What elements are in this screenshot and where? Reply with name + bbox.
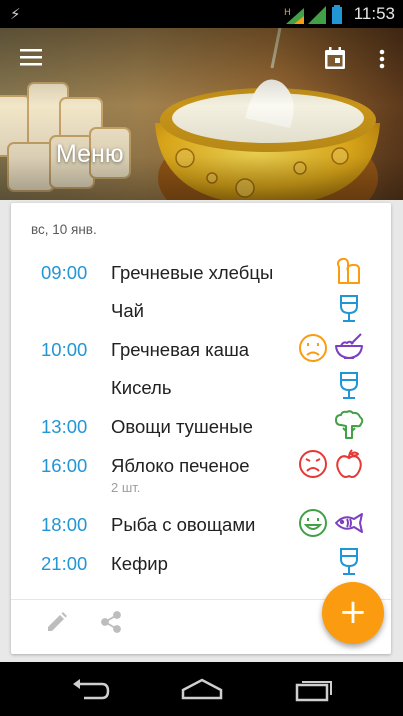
day-date: вс, 10 янв. <box>31 222 97 237</box>
meal-time: 16:00 <box>41 455 88 476</box>
add-meal-button[interactable]: + <box>322 582 384 644</box>
lightning-icon: ⚡ <box>10 5 21 23</box>
day-card: вс, 10 янв. 09:00 Гречневые хлебцы Чай 1… <box>11 203 391 654</box>
happy-face-icon <box>299 509 327 537</box>
status-time: 11:53 <box>353 4 395 23</box>
sad-face-icon <box>299 450 327 478</box>
meal-name: Кисель <box>111 377 172 398</box>
network-type: H <box>284 8 291 18</box>
meal-time: 10:00 <box>41 339 88 360</box>
page-title: Меню <box>56 140 124 168</box>
glass-icon <box>340 295 358 322</box>
share-icon[interactable] <box>100 611 122 633</box>
more-options-icon[interactable] <box>378 49 386 69</box>
meal-time: 09:00 <box>41 262 88 283</box>
meal-time: 21:00 <box>41 553 88 574</box>
meal-time: 13:00 <box>41 416 88 437</box>
add-label: + <box>338 592 368 632</box>
meal-name: Овощи тушеные <box>111 416 253 437</box>
recents-icon[interactable] <box>294 676 334 702</box>
edit-icon[interactable] <box>46 611 68 633</box>
bowl-icon <box>335 333 363 359</box>
glass-icon <box>340 548 358 575</box>
battery-icon <box>332 5 342 24</box>
navigation-bar <box>0 662 403 716</box>
meal-time: 18:00 <box>41 514 88 535</box>
glass-icon <box>340 372 358 399</box>
meal-name: Яблоко печеное <box>111 455 250 476</box>
meal-name: Гречневые хлебцы <box>111 262 274 283</box>
neutral-face-icon <box>299 334 327 362</box>
menu-icon[interactable] <box>20 48 42 66</box>
status-bar: ⚡ H 11:53 <box>0 0 403 28</box>
signal-icon <box>308 6 326 24</box>
calendar-icon[interactable] <box>325 47 345 69</box>
meal-name: Гречневая каша <box>111 339 250 360</box>
fish-icon <box>335 513 363 533</box>
meal-note: 2 шт. <box>111 480 141 495</box>
header-image: Меню <box>0 28 403 200</box>
back-icon[interactable] <box>70 676 110 702</box>
bread-icon <box>337 257 361 284</box>
broccoli-icon <box>335 410 364 439</box>
meal-name: Рыба с овощами <box>111 514 256 535</box>
network-h-icon: H <box>284 8 304 24</box>
meal-name: Чай <box>111 300 144 321</box>
apple-icon <box>336 449 362 478</box>
home-icon[interactable] <box>181 676 223 702</box>
meal-name: Кефир <box>111 553 168 574</box>
